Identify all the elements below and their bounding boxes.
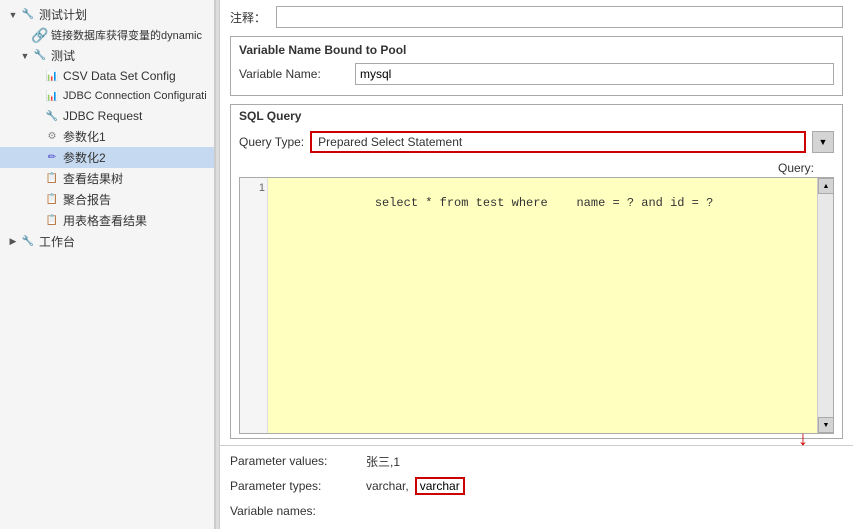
annotation-input[interactable]	[276, 6, 843, 28]
sidebar-item-param2[interactable]: ✏ 参数化2	[0, 147, 214, 168]
variable-name-row: Variable Name:	[239, 63, 834, 85]
param1-icon: ⚙	[44, 129, 60, 145]
sidebar-item-param1[interactable]: ⚙ 参数化1	[0, 126, 214, 147]
query-type-row: Query Type: Prepared Select Statement ▼	[231, 127, 842, 157]
sql-section: SQL Query Query Type: Prepared Select St…	[230, 104, 843, 439]
sidebar-item-csv[interactable]: 📊 CSV Data Set Config	[0, 66, 214, 86]
expand-icon-test[interactable]: ▼	[20, 51, 30, 61]
sql-section-title: SQL Query	[231, 105, 842, 127]
query-editor[interactable]: 1 select * from test where name = ? and …	[239, 177, 834, 434]
expand-icon-jdbc-request	[32, 111, 42, 121]
test-icon: 🔧	[32, 48, 48, 64]
query-editor-wrapper: Query: 1 select * from test where name =…	[231, 161, 842, 438]
query-label: Query:	[778, 161, 814, 175]
expand-icon-param2	[32, 153, 42, 163]
scrollbar-track[interactable]	[818, 194, 833, 417]
sidebar-label-csv: CSV Data Set Config	[63, 69, 176, 83]
line-numbers: 1	[240, 178, 268, 433]
expand-icon-view	[32, 174, 42, 184]
sidebar-label-param2: 参数化2	[63, 149, 106, 166]
param-values-row: Parameter values: 张三,1	[230, 450, 843, 472]
query-type-label: Query Type:	[239, 135, 304, 149]
param-types-row: Parameter types: varchar, varchar	[230, 475, 843, 497]
query-type-box: Prepared Select Statement	[310, 131, 806, 153]
expand-icon-test-plan[interactable]: ▼	[8, 10, 18, 20]
sidebar-label-test: 测试	[51, 47, 75, 64]
sidebar-label-db: 链接数据库获得变量的dynamic	[51, 27, 202, 43]
workbench-icon: 🔧	[20, 234, 36, 250]
sidebar-label-table-view: 用表格查看结果	[63, 212, 147, 229]
query-type-dropdown[interactable]: ▼	[812, 131, 834, 153]
sidebar-item-view-results[interactable]: 📋 查看结果树	[0, 168, 214, 189]
param-types-highlight: varchar	[415, 477, 465, 495]
sidebar-item-workbench[interactable]: ▶ 🔧 工作台	[0, 231, 214, 252]
sidebar-label-test-plan: 测试计划	[39, 6, 87, 23]
sidebar-label-jdbc-config: JDBC Connection Configurati	[63, 90, 207, 102]
sidebar-item-test-plan[interactable]: ▼ 🔧 测试计划	[0, 4, 214, 25]
sidebar-label-workbench: 工作台	[39, 233, 75, 250]
sidebar-item-agg-report[interactable]: 📋 聚合报告	[0, 189, 214, 210]
expand-icon-db	[20, 30, 30, 40]
table-view-icon: 📋	[44, 213, 60, 229]
red-arrow-annotation: ↓	[798, 428, 808, 451]
sidebar: ▼ 🔧 测试计划 🔗 链接数据库获得变量的dynamic ▼ 🔧 测试 📊 CS…	[0, 0, 215, 529]
query-text: select * from test where name = ? and id…	[375, 196, 713, 210]
sidebar-label-param1: 参数化1	[63, 128, 106, 145]
scroll-down-icon: ▼	[823, 422, 830, 429]
variable-name-input[interactable]	[355, 63, 834, 85]
expand-icon-jdbc-config	[32, 91, 42, 101]
sidebar-label-view-results: 查看结果树	[63, 170, 123, 187]
param2-icon: ✏	[44, 150, 60, 166]
sidebar-item-test[interactable]: ▼ 🔧 测试	[0, 45, 214, 66]
main-area: ▼ 🔧 测试计划 🔗 链接数据库获得变量的dynamic ▼ 🔧 测试 📊 CS…	[0, 0, 853, 529]
param-values-value: 张三,1	[366, 453, 400, 470]
sidebar-item-jdbc-request[interactable]: 🔧 JDBC Request	[0, 106, 214, 126]
sidebar-item-db-dynamic[interactable]: 🔗 链接数据库获得变量的dynamic	[0, 25, 214, 45]
db-icon: 🔗	[32, 27, 48, 43]
sidebar-label-agg-report: 聚合报告	[63, 191, 111, 208]
query-type-text: Prepared Select Statement	[318, 135, 798, 149]
sidebar-item-table-view[interactable]: 📋 用表格查看结果	[0, 210, 214, 231]
variable-section-title: Variable Name Bound to Pool	[239, 43, 834, 57]
expand-icon-agg	[32, 195, 42, 205]
right-panel: 注释： Variable Name Bound to Pool Variable…	[220, 0, 853, 529]
csv-icon: 📊	[44, 68, 60, 84]
query-textarea[interactable]: select * from test where name = ? and id…	[268, 178, 817, 433]
variable-name-label: Variable Name:	[239, 67, 349, 81]
panel-content: 注释： Variable Name Bound to Pool Variable…	[220, 0, 853, 445]
query-header: Query:	[239, 161, 834, 175]
param-types-label: Parameter types:	[230, 479, 360, 493]
bottom-params: ↓ Parameter values: 张三,1 Parameter types…	[220, 445, 853, 529]
param-values-label: Parameter values:	[230, 454, 360, 468]
test-plan-icon: 🔧	[20, 7, 36, 23]
sidebar-item-jdbc-config[interactable]: 📊 JDBC Connection Configurati	[0, 86, 214, 106]
expand-icon-csv	[32, 71, 42, 81]
expand-icon-workbench[interactable]: ▶	[8, 237, 18, 247]
dropdown-arrow-icon: ▼	[819, 137, 828, 147]
variable-names-label: Variable names:	[230, 504, 360, 518]
expand-icon-param1	[32, 132, 42, 142]
variable-names-row: Variable names:	[230, 500, 843, 522]
view-results-icon: 📋	[44, 171, 60, 187]
jdbc-request-icon: 🔧	[44, 108, 60, 124]
sidebar-label-jdbc-request: JDBC Request	[63, 109, 142, 123]
scroll-down-btn[interactable]: ▼	[818, 417, 834, 433]
variable-section: Variable Name Bound to Pool Variable Nam…	[230, 36, 843, 96]
scroll-up-icon: ▲	[823, 183, 830, 190]
annotation-row: 注释：	[230, 6, 843, 28]
param-types-value1: varchar,	[366, 479, 409, 493]
query-scrollbar: ▲ ▼	[817, 178, 833, 433]
jdbc-config-icon: 📊	[44, 88, 60, 104]
expand-icon-table	[32, 216, 42, 226]
scroll-up-btn[interactable]: ▲	[818, 178, 834, 194]
agg-report-icon: 📋	[44, 192, 60, 208]
line-number-1: 1	[242, 182, 265, 194]
annotation-label: 注释：	[230, 9, 270, 26]
